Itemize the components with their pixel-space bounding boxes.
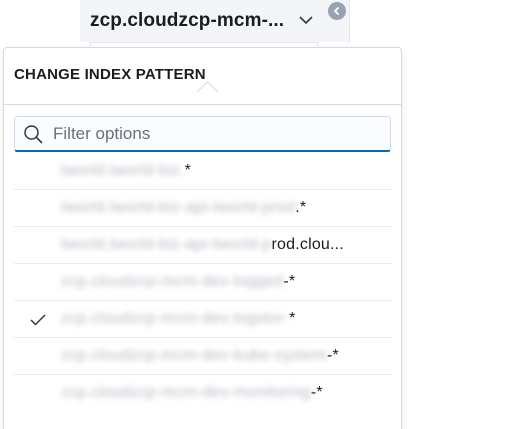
check-icon bbox=[30, 314, 46, 326]
option-label: zcp.cloudzcp-mcm-dev-logstor-* bbox=[61, 310, 296, 328]
option-label: tworld.tworld-biz.* bbox=[61, 162, 191, 180]
option-label: zcp.cloudzcp-mcm-dev-logged-* bbox=[61, 273, 295, 291]
index-pattern-option[interactable]: zcp.cloudzcp-mcm-dev-logstor-* bbox=[14, 301, 393, 338]
filter-options-input[interactable] bbox=[51, 117, 385, 151]
option-label-suffix: .* bbox=[295, 199, 307, 216]
popover-arrow bbox=[196, 80, 219, 103]
index-pattern-selector[interactable]: zcp.cloudzcp-mcm-... bbox=[80, 0, 350, 42]
index-pattern-option[interactable]: tworld.tworld-biz.* bbox=[14, 153, 393, 190]
option-label-redacted: tworld.tworld-biz-api-tworld-p bbox=[61, 236, 272, 253]
clear-icon[interactable] bbox=[328, 2, 346, 20]
index-pattern-option[interactable]: tworld.tworld-biz-api-tworld-prod.* bbox=[14, 190, 393, 227]
change-index-pattern-popover: CHANGE INDEX PATTERN tworld.tworld-biz.*… bbox=[3, 47, 402, 429]
divider bbox=[4, 104, 401, 105]
index-pattern-option[interactable]: zcp.cloudzcp-mcm-dev-kube-system-* bbox=[14, 338, 393, 375]
option-label-redacted: tworld.tworld-biz-api-tworld-prod bbox=[61, 199, 296, 216]
search-icon bbox=[24, 125, 43, 144]
option-label: zcp.cloudzcp-mcm-dev-monitoring-* bbox=[61, 384, 323, 402]
option-label-redacted: zcp.cloudzcp-mcm-dev-logstor- bbox=[61, 310, 290, 327]
option-label-suffix: -* bbox=[310, 384, 323, 401]
option-label-suffix: -* bbox=[327, 347, 339, 364]
option-label: tworld.tworld-biz-api-tworld-prod.* bbox=[61, 199, 306, 217]
option-label-suffix: rod.clou... bbox=[271, 236, 344, 253]
option-label-redacted: zcp.cloudzcp-mcm-dev-kube-system bbox=[61, 347, 328, 364]
option-label: tworld.tworld-biz-api-tworld-prod.clou..… bbox=[61, 236, 344, 254]
right-panel bbox=[401, 0, 515, 429]
option-label-redacted: tworld.tworld-biz. bbox=[61, 162, 185, 179]
option-label-suffix: -* bbox=[283, 273, 296, 290]
option-label: zcp.cloudzcp-mcm-dev-kube-system-* bbox=[61, 347, 339, 365]
index-pattern-option[interactable]: zcp.cloudzcp-mcm-dev-monitoring-* bbox=[14, 375, 393, 412]
options-list: tworld.tworld-biz.* tworld.tworld-biz-api… bbox=[14, 153, 393, 412]
option-label-suffix: * bbox=[184, 162, 192, 179]
index-pattern-option[interactable]: zcp.cloudzcp-mcm-dev-logged-* bbox=[14, 264, 393, 301]
index-pattern-label: zcp.cloudzcp-mcm-... bbox=[90, 10, 285, 31]
index-pattern-option[interactable]: tworld.tworld-biz-api-tworld-prod.clou..… bbox=[14, 227, 393, 264]
option-label-redacted: zcp.cloudzcp-mcm-dev-monitoring bbox=[61, 384, 311, 401]
option-label-suffix: * bbox=[289, 310, 296, 327]
filter-box bbox=[14, 116, 391, 152]
chevron-down-icon bbox=[299, 16, 313, 25]
popover-title: CHANGE INDEX PATTERN bbox=[14, 66, 206, 83]
arrow-left-icon bbox=[333, 6, 340, 16]
option-label-redacted: zcp.cloudzcp-mcm-dev-logged bbox=[61, 273, 284, 290]
